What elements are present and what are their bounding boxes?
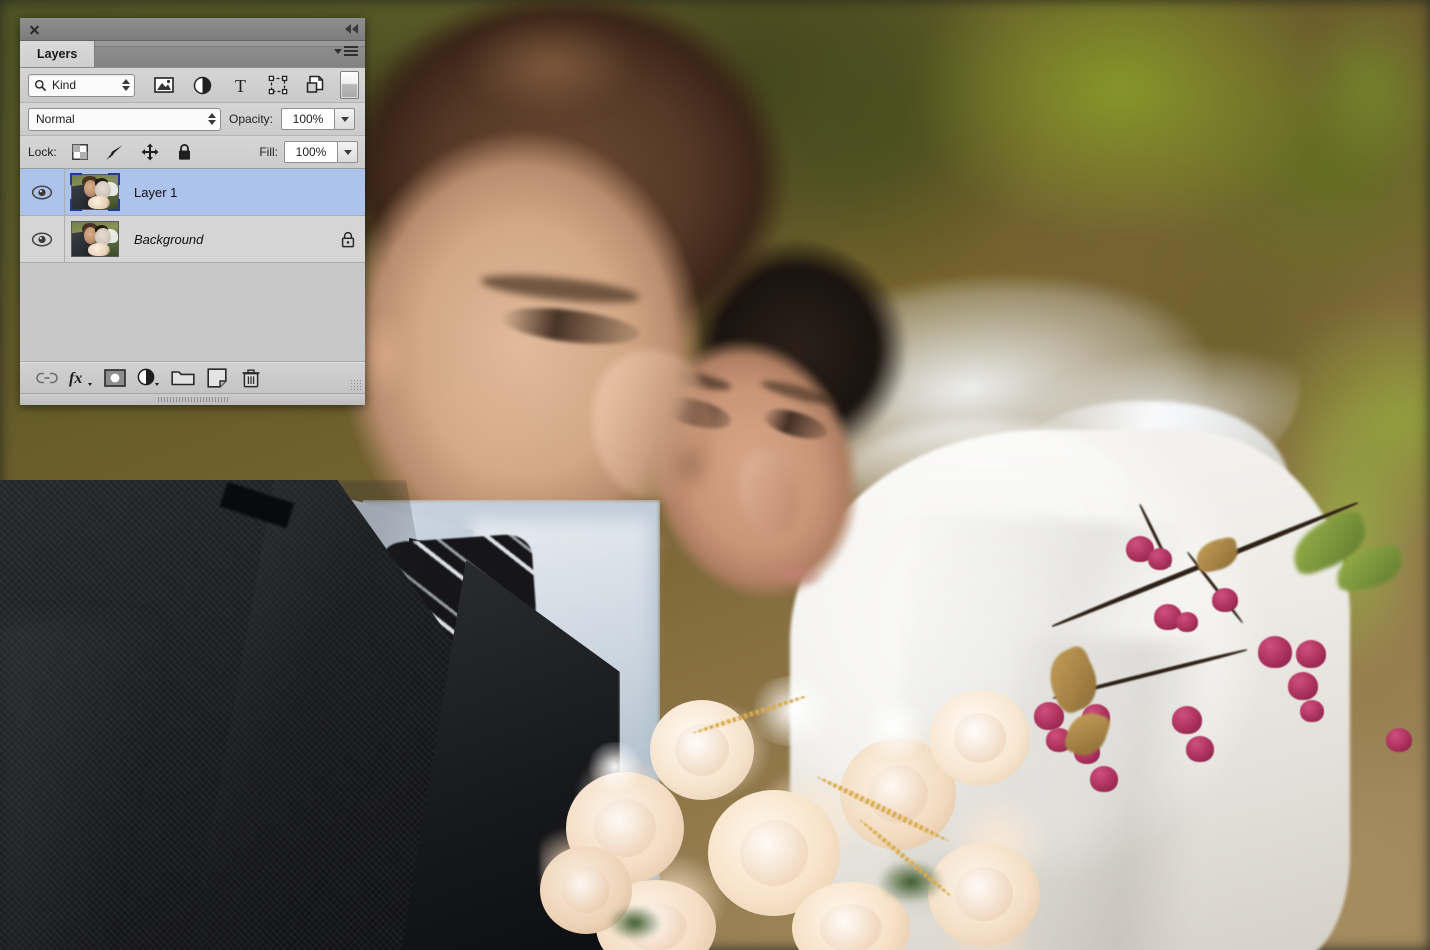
groom-suit-fold (0, 620, 230, 950)
berry (1090, 766, 1118, 792)
rose (930, 690, 1030, 786)
stepper-updown-icon[interactable] (122, 79, 130, 91)
opacity-input[interactable]: 100% (281, 108, 336, 130)
filter-kind-select[interactable]: Kind (28, 73, 135, 97)
layer-visibility-toggle[interactable] (20, 216, 65, 262)
fill-label: Fill: (259, 145, 278, 159)
table-row[interactable]: Background (20, 216, 365, 263)
layer-thumbnail[interactable] (70, 173, 120, 211)
filter-pixel-layers-icon[interactable] (153, 74, 175, 96)
filter-row: Kind T (20, 68, 365, 103)
panel-drag-grip-icon[interactable] (20, 393, 365, 405)
svg-text:T: T (235, 76, 246, 95)
tab-layers[interactable]: Layers (20, 41, 96, 67)
new-group-button[interactable] (166, 366, 200, 390)
new-layer-button[interactable] (200, 366, 234, 390)
half-circle-icon (137, 368, 161, 388)
fill-dropdown-button[interactable] (338, 141, 358, 163)
layer-visibility-toggle[interactable] (20, 169, 65, 215)
opacity-label: Opacity: (229, 112, 274, 126)
add-layer-mask-button[interactable] (98, 366, 132, 390)
layers-panel: Layers Kind T Normal Opacity: 100% Lock:… (20, 18, 365, 405)
eye-visibility-icon (31, 185, 53, 200)
berry (1386, 728, 1412, 752)
groom-hair-highlight (430, 0, 670, 140)
lock-transparent-pixels-icon[interactable] (70, 142, 90, 162)
layer-style-button[interactable]: fx (64, 366, 98, 390)
berry (1176, 612, 1198, 632)
table-row[interactable]: Layer 1 (20, 169, 365, 216)
opacity-dropdown-button[interactable] (335, 108, 356, 130)
tab-label: Layers (37, 47, 78, 61)
layer-list[interactable]: Layer 1 Background (20, 169, 365, 362)
layer-name[interactable]: Layer 1 (120, 185, 357, 200)
lock-position-icon[interactable] (140, 142, 160, 162)
berry (1186, 736, 1214, 762)
folder-icon (171, 369, 195, 387)
panel-footer-toolbar: fx (20, 362, 365, 393)
panel-menu-icon[interactable] (334, 46, 358, 56)
stepper-updown-icon[interactable] (208, 113, 216, 125)
gypsophila (586, 742, 644, 792)
new-page-icon (207, 368, 227, 388)
mask-icon (104, 369, 126, 387)
blend-mode-value: Normal (36, 112, 75, 126)
panel-title-bar[interactable] (20, 18, 365, 41)
trash-icon (241, 368, 261, 388)
berry (1296, 640, 1326, 668)
layer-name[interactable]: Background (120, 232, 339, 247)
filter-adjustment-layers-icon[interactable] (191, 74, 213, 96)
bouquet-leaf (600, 900, 670, 946)
berry (1212, 588, 1238, 612)
close-icon[interactable] (29, 24, 40, 35)
blend-mode-row: Normal Opacity: 100% (20, 103, 365, 136)
lock-label: Lock: (28, 145, 57, 159)
delete-layer-button[interactable] (234, 366, 268, 390)
filter-kind-label: Kind (52, 78, 77, 92)
svg-text:fx: fx (69, 370, 82, 387)
berry (1148, 548, 1172, 570)
filter-enable-toggle[interactable] (340, 71, 359, 99)
new-adjustment-layer-button[interactable] (132, 366, 166, 390)
gypsophila (860, 700, 930, 758)
fill-input[interactable]: 100% (284, 141, 338, 163)
berry (1288, 672, 1318, 700)
resize-grip-icon[interactable] (350, 379, 362, 391)
padlock-icon (339, 230, 357, 248)
eye-visibility-icon (31, 232, 53, 247)
panel-tab-bar: Layers (20, 41, 365, 68)
blend-mode-select[interactable]: Normal (28, 107, 221, 131)
berry (1300, 700, 1324, 722)
layer-thumbnail[interactable] (70, 220, 120, 258)
link-layers-button[interactable] (30, 366, 64, 390)
filter-shape-layers-icon[interactable] (267, 74, 289, 96)
search-icon (34, 79, 47, 92)
berry (1172, 706, 1202, 734)
berry (1258, 636, 1292, 668)
lock-icons (70, 142, 195, 162)
lock-all-icon[interactable] (175, 142, 195, 162)
filter-smart-objects-icon[interactable] (305, 74, 327, 96)
link-icon (36, 371, 58, 385)
tab-bar-empty (95, 46, 365, 67)
opacity-control: 100% (281, 108, 356, 130)
double-chevron-left-icon[interactable] (345, 24, 358, 34)
bokeh-green-top-right (1270, 0, 1430, 220)
filter-type-icons: T (153, 74, 327, 96)
lock-row: Lock: Fill: 100% (20, 136, 365, 169)
fill-control: Fill: 100% (259, 141, 358, 163)
filter-type-layers-icon[interactable]: T (229, 74, 251, 96)
fx-icon: fx (68, 368, 94, 388)
lock-image-pixels-icon[interactable] (105, 142, 125, 162)
